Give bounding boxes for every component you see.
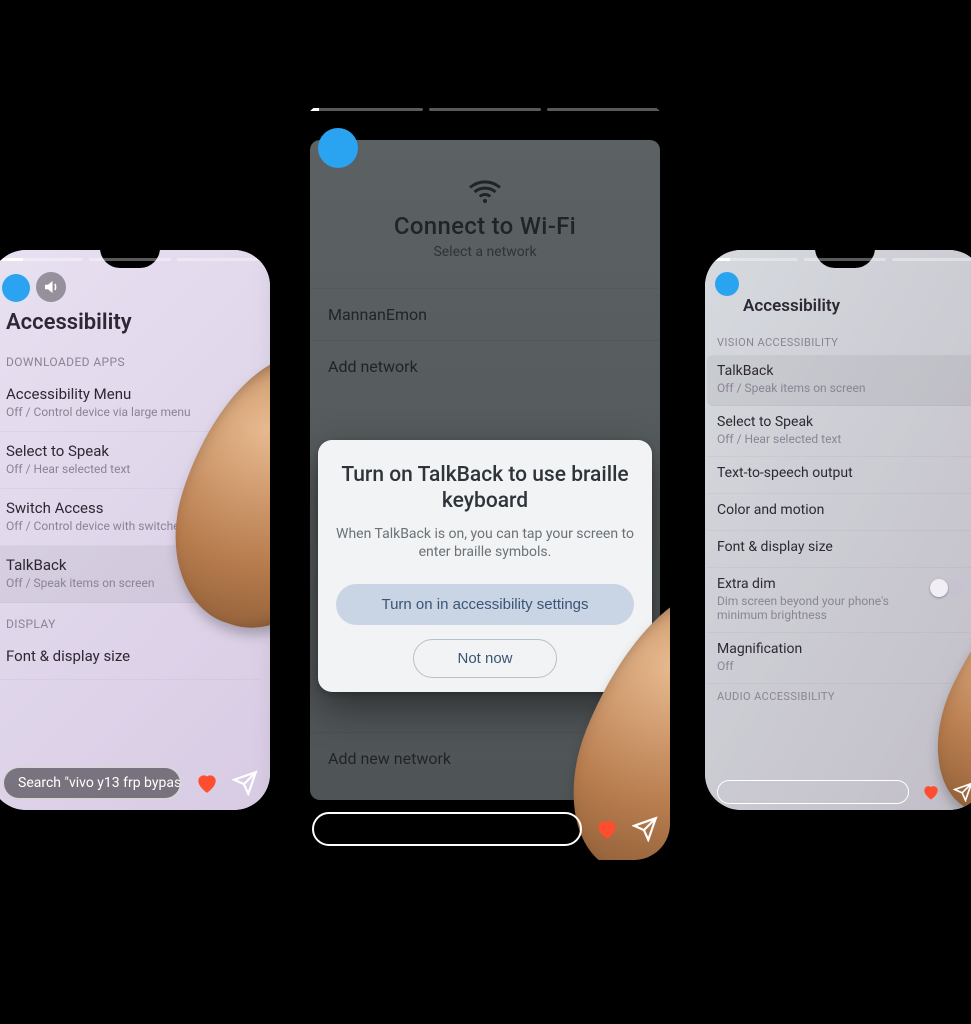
row-font-display-size[interactable]: Font & display size (0, 637, 260, 680)
row-title: Select to Speak (717, 414, 965, 430)
row-title: TalkBack (717, 363, 965, 379)
story-progress (0, 258, 260, 261)
story-progress (715, 258, 971, 261)
talkback-dialog: Turn on TalkBack to use braille keyboard… (318, 440, 652, 692)
wifi-network[interactable]: MannanEmon (310, 288, 660, 340)
screen-content: Accessibility DOWNLOADED APPS Accessibil… (0, 250, 270, 810)
accessibility-settings-page: Accessibility VISION ACCESSIBILITY TalkB… (705, 250, 971, 703)
row-title: Font & display size (717, 539, 965, 555)
row-subtitle: Off (717, 659, 965, 673)
row-title: Extra dim (717, 576, 923, 592)
page-title: Accessibility (743, 296, 971, 316)
phone-left: Accessibility DOWNLOADED APPS Accessibil… (0, 250, 270, 810)
row-extra-dim[interactable]: Extra dim Dim screen beyond your phone's… (707, 568, 971, 633)
story-avatar[interactable] (715, 272, 739, 296)
page-title: Accessibility (6, 310, 260, 335)
like-icon[interactable] (921, 782, 941, 802)
reply-input[interactable] (717, 780, 909, 804)
sound-icon[interactable] (36, 272, 66, 302)
row-title: Color and motion (717, 502, 965, 518)
wifi-icon (467, 180, 503, 204)
row-subtitle: Off / Speak items on screen (717, 381, 965, 395)
phone-center: Connect to Wi-Fi Select a network Mannan… (300, 100, 670, 860)
like-icon[interactable] (194, 770, 220, 796)
story-bottom-bar: Search "vivo y13 frp bypass" (2, 766, 258, 800)
row-subtitle: Dim screen beyond your phone's minimum b… (717, 594, 923, 622)
dialog-primary-button[interactable]: Turn on in accessibility settings (336, 584, 634, 625)
story-avatar[interactable] (2, 274, 30, 302)
extra-dim-toggle[interactable] (931, 580, 965, 596)
row-select-to-speak[interactable]: Select to Speak Off / Hear selected text (707, 406, 971, 457)
story-bottom-bar (717, 780, 971, 804)
dialog-body: When TalkBack is on, you can tap your sc… (336, 525, 634, 563)
stage: Accessibility DOWNLOADED APPS Accessibil… (0, 0, 971, 1024)
row-talkback[interactable]: TalkBack Off / Speak items on screen (707, 355, 971, 406)
progress-seg (310, 108, 423, 111)
wifi-subtitle: Select a network (310, 244, 660, 260)
progress-seg (547, 108, 660, 111)
progress-seg (715, 258, 798, 261)
row-font-display-size[interactable]: Font & display size (707, 531, 971, 568)
section-vision: VISION ACCESSIBILITY (717, 336, 971, 349)
screen-content: Connect to Wi-Fi Select a network Mannan… (300, 100, 670, 860)
row-title: Accessibility Menu (6, 385, 250, 403)
progress-seg (0, 258, 83, 261)
story-bottom-bar (312, 812, 658, 846)
reply-input[interactable] (312, 812, 582, 846)
progress-seg (804, 258, 887, 261)
section-downloaded: DOWNLOADED APPS (6, 355, 260, 369)
reply-input[interactable]: Search "vivo y13 frp bypass" (2, 766, 182, 800)
wifi-title: Connect to Wi-Fi (310, 212, 660, 240)
send-icon[interactable] (632, 816, 658, 842)
send-icon[interactable] (953, 782, 971, 802)
phone-right: Accessibility VISION ACCESSIBILITY TalkB… (705, 250, 971, 810)
story-avatar[interactable] (318, 128, 358, 168)
row-title: Text-to-speech output (717, 465, 965, 481)
progress-seg (429, 108, 542, 111)
progress-seg (177, 258, 260, 261)
dialog-title: Turn on TalkBack to use braille keyboard (336, 462, 634, 515)
row-text-to-speech[interactable]: Text-to-speech output (707, 457, 971, 494)
row-subtitle: Off / Hear selected text (717, 432, 965, 446)
section-audio: AUDIO ACCESSIBILITY (717, 690, 971, 703)
wifi-add-network[interactable]: Add network (310, 340, 660, 392)
send-icon[interactable] (232, 770, 258, 796)
row-magnification[interactable]: Magnification Off (707, 633, 971, 684)
row-color-motion[interactable]: Color and motion (707, 494, 971, 531)
like-icon[interactable] (594, 816, 620, 842)
story-progress (310, 108, 660, 111)
progress-seg (89, 258, 172, 261)
row-subtitle: Off / Control device via large menu (6, 405, 250, 419)
screen-content: Accessibility VISION ACCESSIBILITY TalkB… (705, 250, 971, 810)
progress-seg (892, 258, 971, 261)
dialog-secondary-button[interactable]: Not now (413, 639, 556, 678)
reply-text: Search "vivo y13 frp bypass" (18, 775, 182, 791)
row-title: Magnification (717, 641, 965, 657)
row-title: Font & display size (6, 647, 250, 665)
